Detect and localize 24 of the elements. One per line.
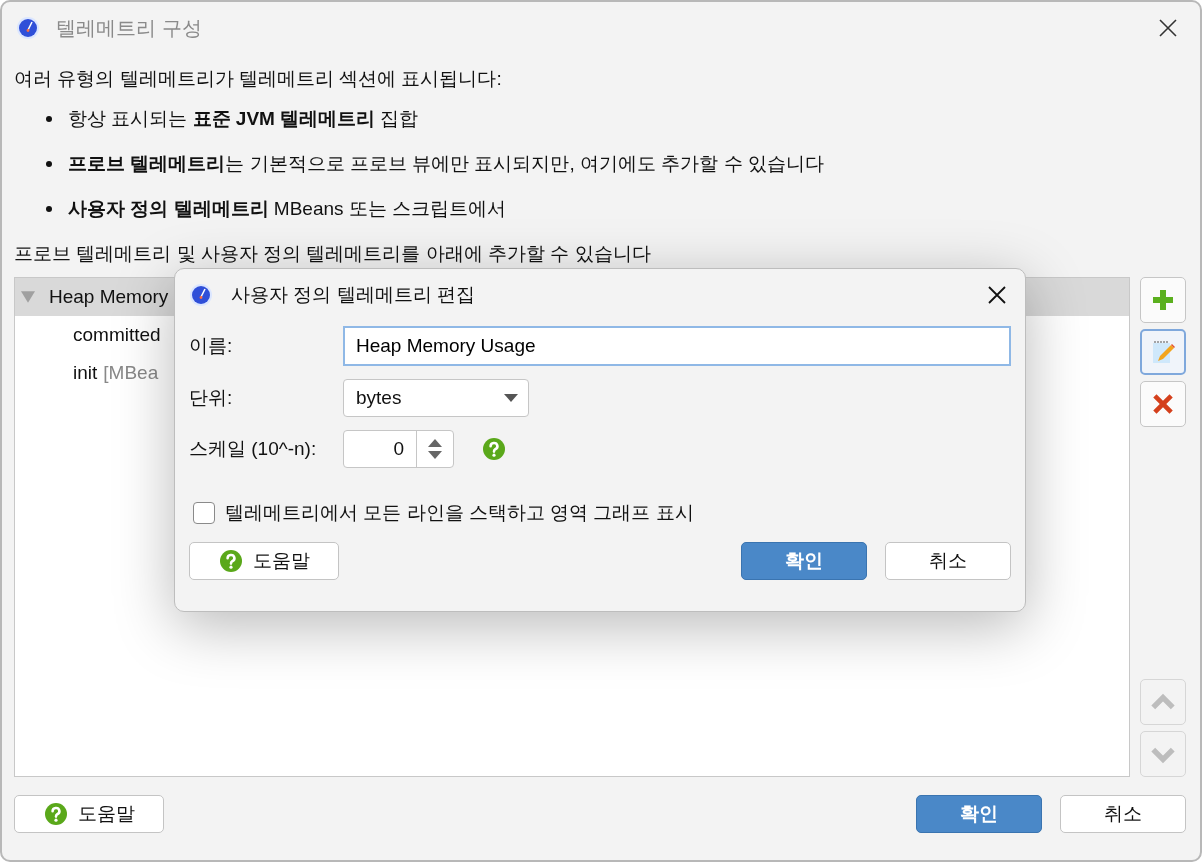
bullet-text: 사용자 정의 텔레메트리 MBeans 또는 스크립트에서 [68,197,507,221]
checkbox-label: 텔레메트리에서 모든 라인을 스택하고 영역 그래프 표시 [225,501,694,525]
dialog-title: 사용자 정의 텔레메트리 편집 [231,283,475,307]
bullet-text: 항상 표시되는 표준 JVM 텔레메트리 집합 [68,107,419,131]
help-button[interactable]: 도움말 [14,795,164,833]
bullet-text: 프로브 텔레메트리는 기본적으로 프로브 뷰에만 표시되지만, 여기에도 추가할 수 있습니다 [68,152,824,176]
tree-label: Heap Memory [49,286,169,308]
tree-detail: [MBea [103,362,159,384]
field-label: 단위: [189,386,234,410]
ok-button[interactable]: 확인 [741,542,867,580]
field-label: 스케일 (10^-n): [189,437,318,461]
scale-spinner[interactable]: 0 [343,430,454,468]
window-title: 텔레메트리 구성 [56,15,202,41]
intro-text: 여러 유형의 텔레메트리가 텔레메트리 섹션에 표시됩니다: [14,67,503,91]
field-label: 이름: [189,334,234,358]
cancel-button[interactable]: 취소 [1060,795,1186,833]
name-field[interactable]: Heap Memory Usage [343,326,1011,366]
tree-label: committed [73,324,161,346]
tree-label: init [73,362,98,384]
help-button[interactable]: 도움말 [189,542,339,580]
unit-dropdown[interactable]: bytes [343,379,529,417]
note-text: 프로브 텔레메트리 및 사용자 정의 텔레메트리를 아래에 추가할 수 있습니다 [14,242,652,266]
ok-button[interactable]: 확인 [916,795,1042,833]
cancel-button[interactable]: 취소 [885,542,1011,580]
